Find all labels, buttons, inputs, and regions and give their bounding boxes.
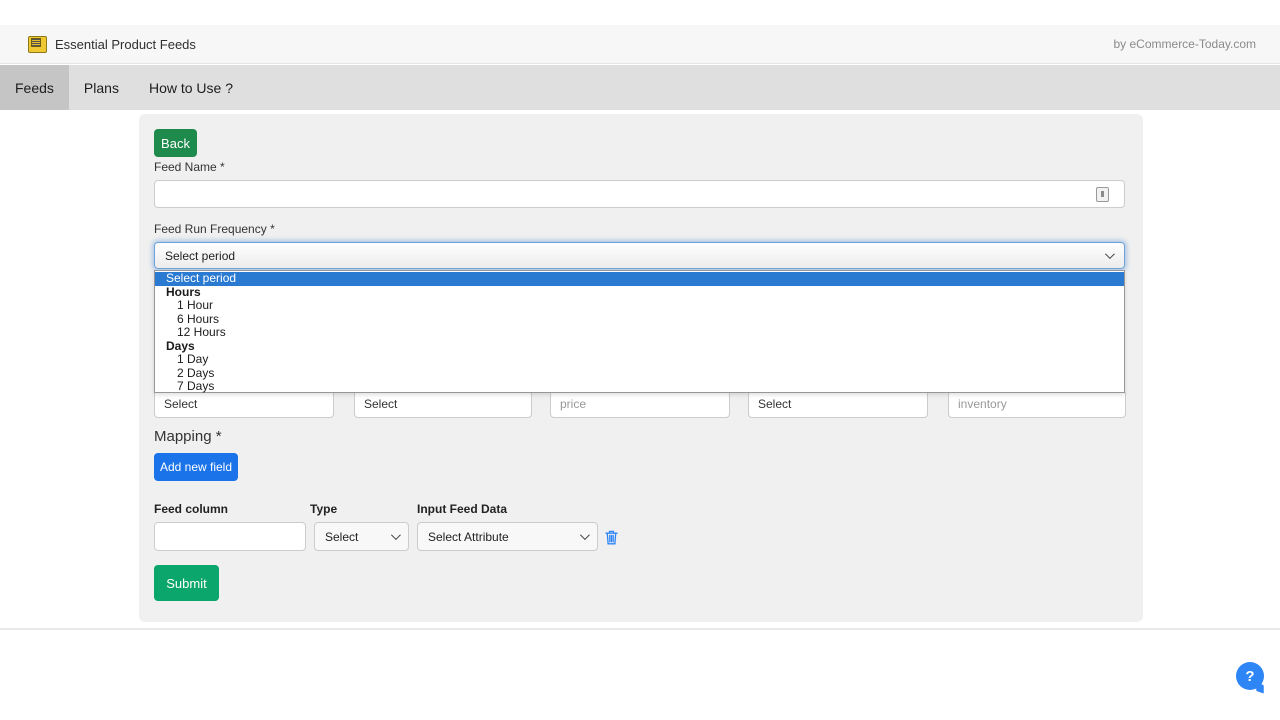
hidden-field-select-1[interactable]: Select xyxy=(154,390,334,418)
price-placeholder: price xyxy=(560,397,586,411)
tab-bar: Feeds Plans How to Use ? xyxy=(0,65,1280,110)
dropdown-group-days: Days xyxy=(155,340,1124,354)
add-new-field-button[interactable]: Add new field xyxy=(154,453,238,481)
feed-column-input[interactable] xyxy=(154,522,306,551)
inventory-placeholder: inventory xyxy=(958,397,1007,411)
column-header-feed-column: Feed column xyxy=(154,502,228,516)
tab-how-to-use[interactable]: How to Use ? xyxy=(134,65,248,110)
select-value: Select xyxy=(758,397,791,411)
column-header-type: Type xyxy=(310,502,337,516)
trash-icon[interactable] xyxy=(605,530,618,545)
feed-name-input[interactable] xyxy=(154,180,1125,208)
chevron-down-icon xyxy=(580,530,590,540)
chevron-down-icon xyxy=(1105,249,1115,259)
app-logo-icon xyxy=(28,36,47,53)
app-title: Essential Product Feeds xyxy=(55,37,196,52)
inventory-field[interactable]: inventory xyxy=(948,390,1126,418)
feed-name-label: Feed Name * xyxy=(154,160,225,174)
chevron-down-icon xyxy=(391,530,401,540)
frequency-dropdown-panel: Select period Hours 1 Hour 6 Hours 12 Ho… xyxy=(154,270,1125,393)
tab-plans[interactable]: Plans xyxy=(69,65,134,110)
hidden-field-select-2[interactable]: Select xyxy=(354,390,532,418)
hidden-field-select-3[interactable]: Select xyxy=(748,390,928,418)
page: Essential Product Feeds by eCommerce-Tod… xyxy=(0,0,1280,720)
footer-divider xyxy=(0,628,1280,630)
feed-form-card: Back Feed Name * Feed Run Frequency * Se… xyxy=(139,114,1143,622)
select-value: Select xyxy=(364,397,397,411)
price-field[interactable]: price xyxy=(550,390,730,418)
dropdown-option-1-hour[interactable]: 1 Hour xyxy=(155,299,1124,313)
dropdown-group-hours: Hours xyxy=(155,286,1124,300)
app-header: Essential Product Feeds by eCommerce-Tod… xyxy=(0,25,1280,64)
tab-feeds[interactable]: Feeds xyxy=(0,65,69,110)
mapping-title: Mapping * xyxy=(154,428,222,445)
dropdown-option-2-days[interactable]: 2 Days xyxy=(155,367,1124,381)
feed-run-frequency-selected-value: Select period xyxy=(165,249,235,263)
submit-button[interactable]: Submit xyxy=(154,565,219,601)
column-header-input-feed-data: Input Feed Data xyxy=(417,502,507,516)
back-button[interactable]: Back xyxy=(154,129,197,157)
type-select-value: Select xyxy=(325,530,358,544)
feed-run-frequency-label: Feed Run Frequency * xyxy=(154,222,275,236)
select-value: Select xyxy=(164,397,197,411)
feed-run-frequency-select[interactable]: Select period xyxy=(154,242,1125,269)
dropdown-option-select-period[interactable]: Select period xyxy=(155,272,1124,286)
input-feed-data-select[interactable]: Select Attribute xyxy=(417,522,598,551)
type-select[interactable]: Select xyxy=(314,522,409,551)
dropdown-option-6-hours[interactable]: 6 Hours xyxy=(155,313,1124,327)
input-feed-data-select-value: Select Attribute xyxy=(428,530,509,544)
header-byline: by eCommerce-Today.com xyxy=(1114,37,1257,51)
dropdown-option-1-day[interactable]: 1 Day xyxy=(155,353,1124,367)
dropdown-option-12-hours[interactable]: 12 Hours xyxy=(155,326,1124,340)
dropdown-option-7-days[interactable]: 7 Days xyxy=(155,380,1124,394)
autofill-icon[interactable] xyxy=(1096,187,1109,202)
help-button[interactable]: ? xyxy=(1236,662,1264,690)
